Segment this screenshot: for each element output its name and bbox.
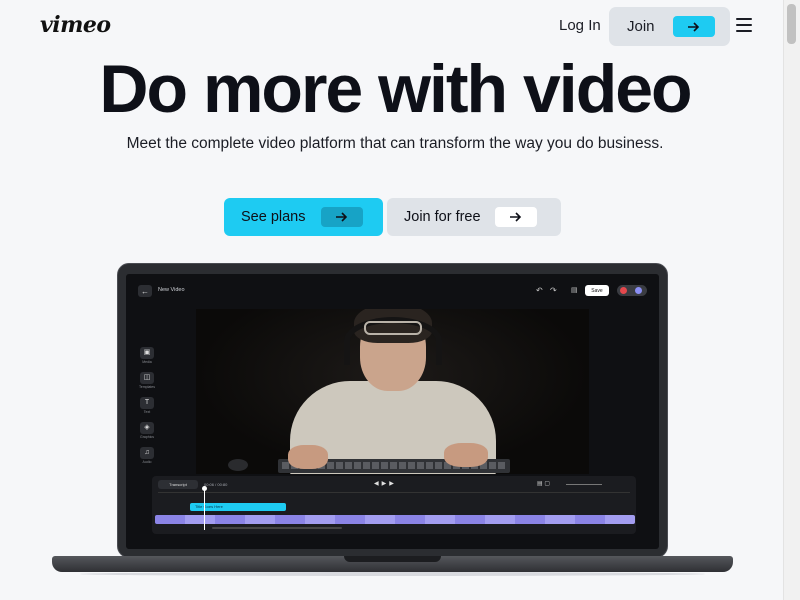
editor-timeline: Transcript 00:06 / 00:80 ◀▶▶ ▤ ▢ Title G…	[152, 476, 636, 534]
editor-save-button: Save	[585, 285, 609, 296]
back-arrow-icon: ←	[138, 285, 152, 297]
sidebar-item-label: Text	[143, 410, 151, 414]
shapes-icon: ◈	[140, 422, 154, 434]
hero-subtitle: Meet the complete video platform that ca…	[126, 135, 664, 152]
avatar	[620, 287, 627, 294]
zoom-slider	[566, 484, 602, 485]
layout-icon: ◫	[140, 372, 154, 384]
left-hand	[288, 445, 328, 469]
scrollbar-thumb[interactable]	[787, 4, 796, 44]
undo-icon: ↶	[536, 286, 543, 295]
sidebar-item-templates: ◫ Templates	[135, 372, 159, 389]
avatar	[635, 287, 642, 294]
join-for-free-button[interactable]: Join for free	[387, 198, 561, 236]
see-plans-button[interactable]: See plans	[224, 198, 383, 236]
timeline-timecode: 00:06 / 00:80	[204, 482, 228, 487]
sidebar-item-label: Audio	[142, 460, 152, 464]
sidebar-item-label: Media	[142, 360, 152, 364]
computer-mouse	[228, 459, 248, 471]
timeline-tools-icon: ▤ ▢	[537, 481, 551, 487]
video-track-clip	[155, 515, 635, 524]
see-plans-label: See plans	[241, 209, 306, 225]
sidebar-item-media: ▣ Media	[135, 347, 159, 364]
image-icon: ▣	[140, 347, 154, 359]
hamburger-menu-icon[interactable]	[736, 18, 752, 32]
join-button-label: Join	[627, 18, 655, 35]
playback-controls: ◀▶▶	[374, 481, 397, 487]
sidebar-item-label: Graphics	[139, 435, 154, 439]
login-link[interactable]: Log In	[559, 17, 601, 34]
arrow-right-icon	[672, 16, 715, 37]
timeline-scrollbar	[212, 527, 342, 529]
right-hand	[444, 443, 488, 467]
join-for-free-label: Join for free	[404, 209, 481, 225]
timeline-ruler	[158, 492, 630, 497]
laptop-shadow	[80, 572, 705, 576]
editor-project-title: New Video	[158, 287, 185, 293]
redo-icon: ↷	[550, 286, 557, 295]
laptop-screen: ← New Video ↶ ↷ ▤ Save ▣ Media ◫ Templat…	[126, 274, 659, 549]
text-icon: T	[140, 397, 154, 409]
glasses	[364, 321, 422, 335]
hero-title: Do more with video	[99, 51, 692, 127]
arrow-right-icon	[494, 207, 537, 227]
sidebar-item-label: Templates	[139, 385, 155, 389]
sidebar-item-graphics: ◈ Graphics	[135, 422, 159, 439]
collaborator-avatars	[617, 285, 647, 296]
sidebar-item-text: T Text	[135, 397, 159, 414]
playhead	[202, 486, 207, 530]
captions-icon: ▤	[571, 287, 578, 294]
arrow-right-icon	[320, 207, 363, 227]
join-button[interactable]: Join	[609, 7, 730, 46]
music-icon: ♫	[140, 447, 154, 459]
transcript-button: Transcript	[158, 480, 198, 489]
laptop-notch	[344, 556, 441, 562]
vimeo-logo[interactable]: vimeo	[40, 12, 111, 38]
sidebar-item-audio: ♫ Audio	[135, 447, 159, 464]
video-preview	[196, 309, 589, 474]
